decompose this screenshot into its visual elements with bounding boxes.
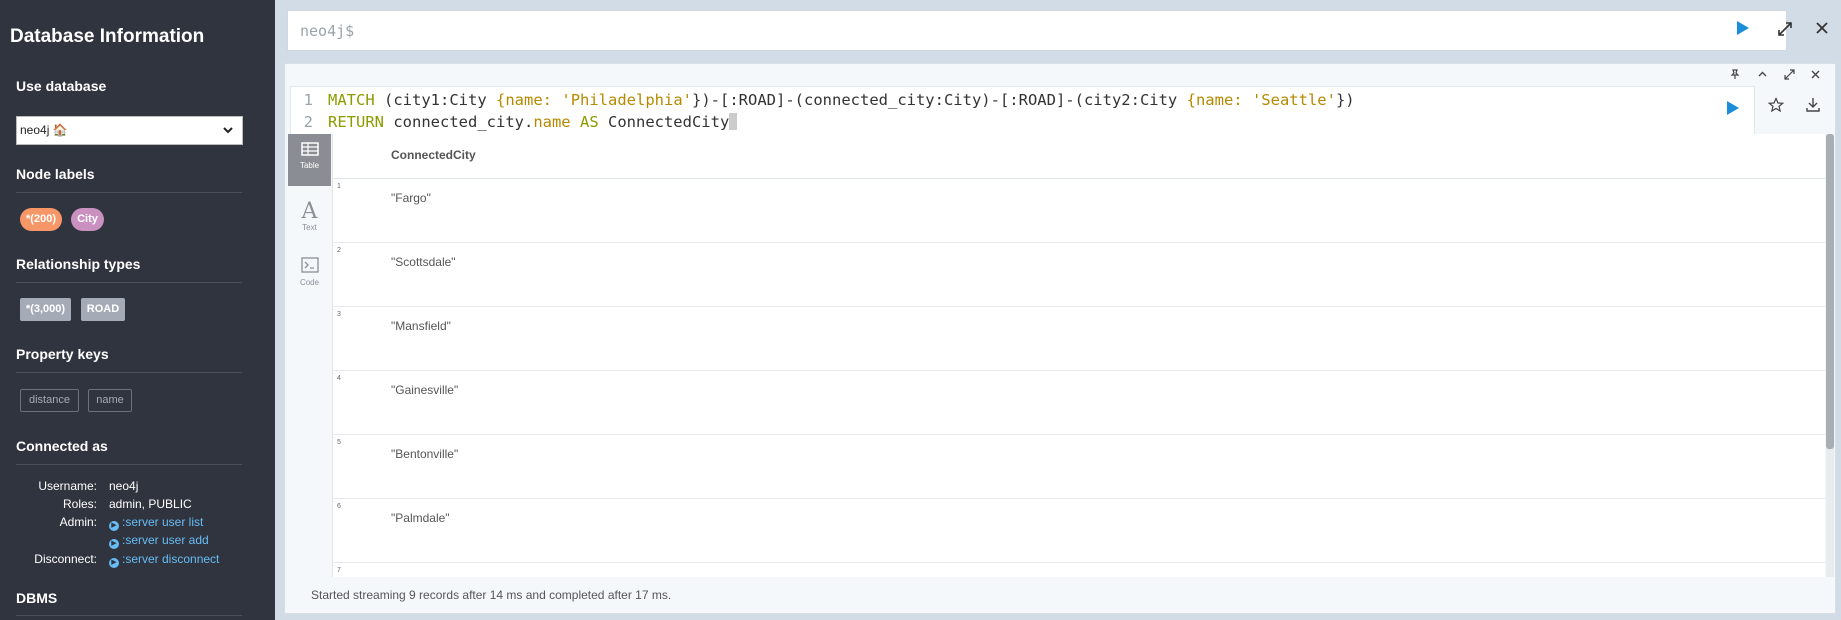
database-information-sidebar: Database Information Use database neo4j … [0,0,275,620]
chevron-up-icon [1758,71,1767,77]
dbms-heading: DBMS [16,590,58,606]
pin-icon [1730,69,1740,79]
row-index: 1 [337,183,341,190]
download-icon [1806,98,1820,112]
admin-label: Admin: [59,515,97,529]
query-line-2: RETURN connected_city.name AS ConnectedC… [328,113,738,131]
fullscreen-editor-button[interactable] [1778,22,1792,40]
database-select[interactable]: neo4j 🏠 [16,116,243,145]
play-icon [1737,21,1749,35]
cell-value: "Palmdale" [391,511,450,525]
use-database-heading: Use database [16,78,107,94]
close-frame-button[interactable] [1810,69,1821,83]
scrollbar-thumb[interactable] [1826,134,1834,449]
tab-code-label: Code [299,278,320,287]
close-editor-button[interactable] [1815,18,1829,41]
server-disconnect-link[interactable]: ▶:server disconnect [109,552,219,568]
property-keys-heading: Property keys [16,346,109,362]
editor-prompt: neo4j$ [300,22,355,40]
query-code-box[interactable]: 1 2 MATCH (city1:City {name: 'Philadelph… [290,86,1755,136]
username-value: neo4j [109,479,139,493]
chevron-down-icon [222,117,234,153]
terminal-icon [288,256,331,278]
tab-text[interactable]: A Text [288,196,331,240]
property-key-name[interactable]: name [88,389,132,412]
cell-value: "Fargo" [391,191,431,205]
relationship-types-heading: Relationship types [16,256,141,272]
close-icon [1816,22,1828,34]
tab-text-label: Text [302,223,317,232]
node-labels-heading: Node labels [16,166,95,182]
query-line-1: MATCH (city1:City {name: 'Philadelphia'}… [328,91,1355,109]
text-cursor [729,113,738,130]
server-user-list-link[interactable]: ▶:server user list [109,515,203,531]
run-query-button[interactable] [1736,20,1752,38]
node-label-all[interactable]: *(200) [20,208,62,231]
disconnect-label: Disconnect: [34,552,97,566]
table-row: 7 [333,563,1825,577]
table-row: 4 "Gainesville" [333,371,1825,435]
tab-code[interactable]: Code [288,251,331,295]
table-row: 2 "Scottsdale" [333,243,1825,307]
play-icon: ▶ [109,539,119,549]
divider [16,615,242,616]
row-index: 7 [337,567,341,574]
roles-label: Roles: [62,497,97,511]
tab-table-label: Table [299,161,320,170]
divider [16,464,242,465]
tab-table[interactable]: Table [288,134,331,186]
username-label: Username: [38,479,97,493]
roles-value: admin, PUBLIC [109,497,192,511]
expand-icon [1778,22,1792,36]
property-key-distance[interactable]: distance [20,389,79,412]
play-icon: ▶ [109,521,119,531]
row-index: 4 [337,375,341,382]
row-index: 6 [337,503,341,510]
close-icon [1811,70,1820,79]
row-index: 2 [337,247,341,254]
results-table: ConnectedCity 1 "Fargo" 2 "Scottsdale" 3… [332,134,1825,577]
divider [16,282,242,283]
relationship-type-all[interactable]: *(3,000) [20,298,71,321]
table-row: 5 "Bentonville" [333,435,1825,499]
collapse-frame-button[interactable] [1757,69,1768,83]
table-row: 6 "Palmdale" [333,499,1825,563]
star-icon [1767,97,1785,113]
divider [16,372,242,373]
table-row: 1 "Fargo" [333,179,1825,243]
line-number: 1 [303,91,313,109]
play-icon: ▶ [109,558,119,568]
divider [16,192,242,193]
server-user-add-link[interactable]: ▶:server user add [109,533,209,549]
node-label-city[interactable]: City [71,208,104,231]
table-scrollbar[interactable] [1826,134,1834,577]
favorite-button[interactable] [1767,97,1785,118]
column-header: ConnectedCity [391,148,476,162]
expand-frame-button[interactable] [1784,69,1795,83]
expand-icon [1784,69,1795,80]
table-row: 3 "Mansfield" [333,307,1825,371]
play-icon [1727,101,1739,115]
pin-frame-button[interactable] [1730,69,1740,83]
line-number: 2 [303,113,313,131]
status-message: Started streaming 9 records after 14 ms … [311,588,672,602]
cell-value: "Bentonville" [391,447,459,461]
cell-value: "Scottsdale" [391,255,456,269]
connected-as-heading: Connected as [16,438,108,454]
database-select-value: neo4j 🏠 [20,123,68,137]
rerun-query-button[interactable] [1726,100,1740,121]
query-editor[interactable]: neo4j$ [287,10,1787,51]
relationship-type-road[interactable]: ROAD [81,298,125,321]
row-index: 5 [337,439,341,446]
row-index: 3 [337,311,341,318]
sidebar-title: Database Information [10,26,205,47]
table-icon [288,139,331,161]
cell-value: "Gainesville" [391,383,459,397]
download-button[interactable] [1806,97,1820,117]
text-icon: A [301,199,318,224]
cell-value: "Mansfield" [391,319,451,333]
